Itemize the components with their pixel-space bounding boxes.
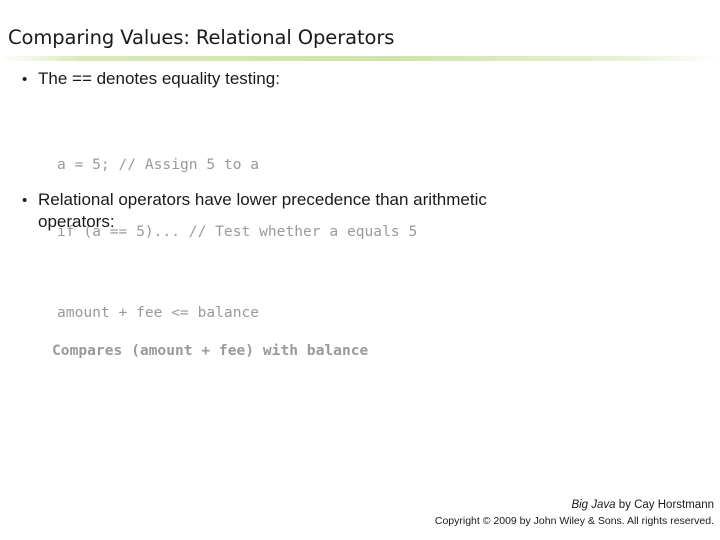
- bullet-item-1: • The == denotes equality testing:: [22, 68, 682, 90]
- bullet-item-2: • Relational operators have lower precede…: [22, 189, 672, 234]
- bullet-text-continuation: operators:: [38, 212, 115, 232]
- book-title: Big Java: [571, 499, 616, 511]
- bullet-text: The == denotes equality testing:: [38, 69, 280, 88]
- slide: Comparing Values: Relational Operators •…: [0, 0, 720, 540]
- code-line: a = 5; // Assign 5 to a: [57, 156, 260, 174]
- title-divider: [0, 56, 720, 61]
- footer-attribution: Big Java by Cay Horstmann: [571, 499, 714, 511]
- bullet-marker: •: [22, 71, 28, 88]
- footer-copyright: Copyright © 2009 by John Wiley & Sons. A…: [434, 515, 714, 527]
- code-block-3: Compares (amount + fee) with balance: [52, 296, 368, 407]
- author-credit: by Cay Horstmann: [615, 499, 714, 511]
- bullet-text: Relational operators have lower preceden…: [38, 190, 487, 209]
- page-title: Comparing Values: Relational Operators: [8, 26, 395, 49]
- code-line: Compares (amount + fee) with balance: [52, 342, 369, 360]
- bullet-marker: •: [22, 192, 28, 209]
